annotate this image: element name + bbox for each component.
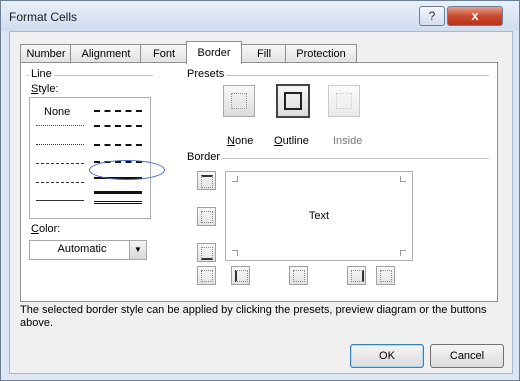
tab-number[interactable]: Number [20,44,72,63]
preset-none-button[interactable] [223,85,255,117]
selected-style-highlight [89,160,165,180]
border-bottom-icon [201,247,213,260]
style-thin[interactable] [36,200,84,201]
border-top-icon [201,175,213,188]
title-bar[interactable]: Format Cells ? x [1,1,519,31]
style-slanted-dash-dot[interactable] [94,125,142,127]
tab-border[interactable]: Border [186,41,242,64]
style-dash-dot-dot[interactable] [36,163,84,164]
window-title: Format Cells [9,10,78,24]
diagonal-up-icon [201,270,213,282]
border-right-button[interactable] [347,266,366,285]
preset-inside-icon [336,93,352,109]
tab-label: Border [197,47,231,59]
preview-corner-mark [400,250,406,256]
tab-label: Alignment [81,48,131,60]
dialog-body: Number Alignment Font Border Fill Protec… [9,31,513,374]
presets-group-divider [185,75,489,76]
ok-button[interactable]: OK [350,344,424,368]
preset-outline-icon [284,92,302,110]
chevron-down-icon[interactable]: ▼ [129,241,146,259]
border-vertical-icon [293,270,305,282]
tab-label: Number [26,48,66,60]
preview-text: Text [308,210,330,222]
color-label: Color: [29,223,63,235]
format-cells-window: Format Cells ? x Number Alignment Font B… [0,0,520,381]
border-horizontal-button[interactable] [197,207,216,226]
preset-none-icon [231,93,247,109]
style-double[interactable] [94,201,142,204]
preview-corner-mark [400,176,406,182]
cancel-button[interactable]: Cancel [430,344,504,368]
tab-alignment[interactable]: Alignment [70,44,142,63]
tab-label: Protection [296,48,346,60]
style-dotted[interactable] [36,144,84,145]
preset-inside-label: Inside [333,135,363,147]
border-left-button[interactable] [231,266,250,285]
style-label: Style: [29,83,61,95]
preview-corner-mark [232,176,238,182]
close-icon: x [471,8,479,23]
border-left-icon [235,270,248,282]
border-top-button[interactable] [197,171,216,190]
style-hairline[interactable] [36,125,84,126]
border-tab-panel: Line Style: None Color: Automatic ▼ Pres… [20,62,498,302]
preview-corner-mark [232,250,238,256]
border-bottom-button[interactable] [197,243,216,262]
preset-outline-button[interactable] [276,84,310,118]
description-text: The selected border style can be applied… [20,304,487,329]
tab-font[interactable]: Font [140,44,188,63]
presets-group-label: Presets [185,68,227,80]
tab-label: Fill [256,48,272,60]
style-medium-dash-dot-dot[interactable] [94,110,142,112]
style-dash-dot[interactable] [36,182,84,183]
diagonal-down-icon [380,270,392,282]
border-horizontal-icon [201,211,213,223]
help-icon: ? [428,9,436,23]
style-thick[interactable] [94,191,142,194]
tab-protection[interactable]: Protection [285,44,357,63]
border-diagonal-down-button[interactable] [376,266,395,285]
help-button[interactable]: ? [419,6,445,26]
tab-label: Font [152,48,175,60]
preset-none-label: None [227,135,254,147]
preset-inside-button [328,85,360,117]
color-value: Automatic [57,243,107,255]
line-group-label: Line [29,68,54,80]
border-preview-area[interactable]: Text [225,171,413,261]
color-dropdown[interactable]: Automatic ▼ [29,240,147,260]
preset-outline-label: Outline [274,135,309,147]
border-right-icon [351,270,364,282]
style-medium-dash-dot[interactable] [94,144,142,146]
close-button[interactable]: x [447,6,503,26]
border-vertical-button[interactable] [289,266,308,285]
tab-fill[interactable]: Fill [241,44,287,63]
line-style-list[interactable]: None [29,97,165,219]
style-none-option[interactable]: None [44,106,70,118]
border-diagonal-up-button[interactable] [197,266,216,285]
border-group-label: Border [185,151,223,163]
border-group-divider [185,158,489,159]
